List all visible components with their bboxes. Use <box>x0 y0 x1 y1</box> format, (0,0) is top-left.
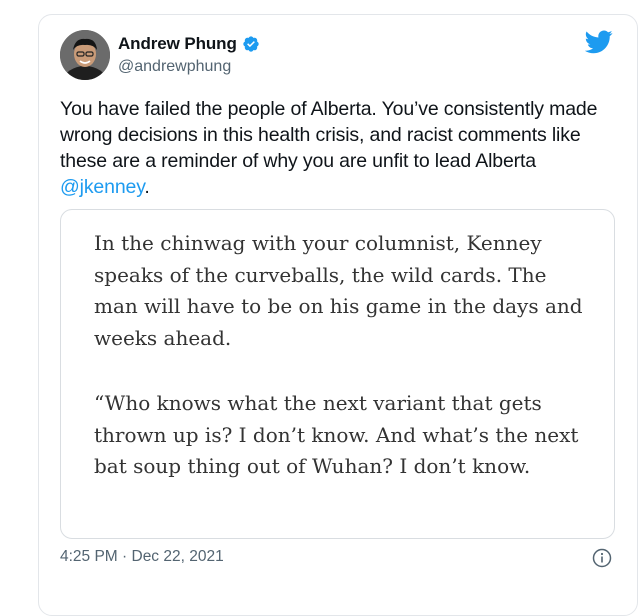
author-name[interactable]: Andrew Phung <box>118 34 237 54</box>
tweet-body: You have failed the people of Alberta. Y… <box>60 98 598 172</box>
author-name-row[interactable]: Andrew Phung <box>118 34 260 54</box>
author-handle[interactable]: @andrewphung <box>118 58 231 76</box>
avatar[interactable] <box>60 30 110 80</box>
quoted-image[interactable]: In the chinwag with your columnist, Kenn… <box>60 209 615 539</box>
verified-badge-icon <box>243 36 259 52</box>
twitter-bird-icon[interactable] <box>585 30 613 54</box>
quote-paragraph-2: “Who knows what the next variant that ge… <box>94 391 579 478</box>
quoted-article-text: In the chinwag with your columnist, Kenn… <box>94 228 594 483</box>
mention-link[interactable]: @jkenney <box>60 176 145 198</box>
quote-paragraph-1: In the chinwag with your columnist, Kenn… <box>94 231 583 350</box>
tweet-timestamp[interactable]: 4:25 PM · Dec 22, 2021 <box>60 548 224 566</box>
tweet-text: You have failed the people of Alberta. Y… <box>60 96 620 200</box>
info-icon[interactable] <box>592 548 612 568</box>
tweet-trailing: . <box>144 176 150 198</box>
